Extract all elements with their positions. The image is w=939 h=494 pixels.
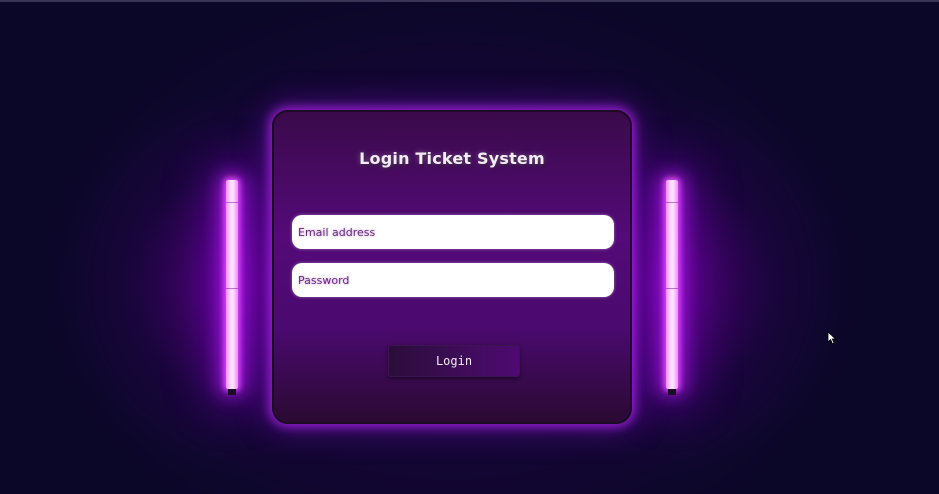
left-tube-bottom-cap (228, 389, 236, 395)
right-neon-tube (666, 180, 678, 389)
login-page: Login Ticket System Login (0, 0, 939, 494)
window-top-edge (0, 0, 939, 2)
login-title: Login Ticket System (359, 149, 545, 168)
arrow-cursor-icon (827, 331, 837, 345)
left-neon-tube (226, 180, 238, 389)
password-input[interactable] (292, 263, 614, 297)
right-tube-bottom-cap (668, 389, 676, 395)
login-button[interactable]: Login (388, 345, 520, 377)
login-card: Login Ticket System Login (272, 110, 632, 424)
email-input[interactable] (292, 215, 614, 249)
